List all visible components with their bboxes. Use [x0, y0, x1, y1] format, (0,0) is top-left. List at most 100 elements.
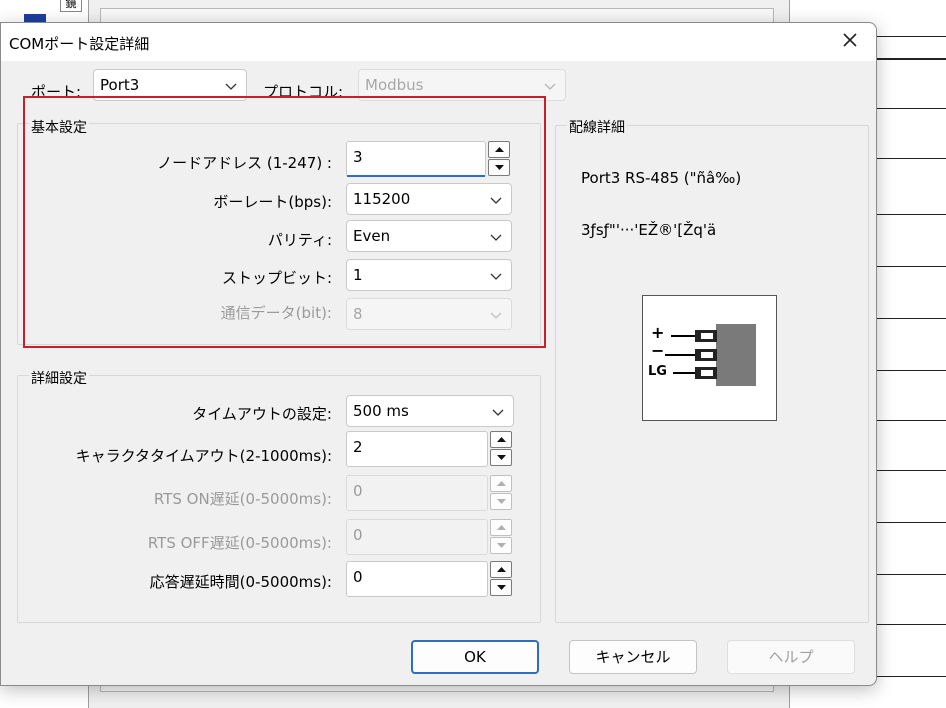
arrow-up-icon — [497, 525, 506, 530]
pin-lg-label: LG — [648, 364, 667, 379]
arrow-down-icon — [495, 165, 504, 170]
title-bar[interactable]: COMポート設定詳細 — [1, 23, 876, 61]
char-timeout-spinner[interactable] — [490, 431, 512, 467]
spin-down-button — [490, 537, 512, 554]
connector-diagram: + − LG — [642, 295, 777, 421]
chevron-down-icon — [544, 83, 556, 90]
background-divider — [876, 624, 946, 625]
spin-down-button[interactable] — [490, 449, 512, 466]
background-divider — [876, 214, 946, 215]
spin-down-button[interactable] — [490, 579, 512, 596]
arrow-up-icon — [497, 481, 506, 486]
chevron-down-icon — [490, 234, 502, 241]
rts-off-delay-label: RTS OFF遅延(0-5000ms): — [147, 534, 332, 552]
spin-up-button — [490, 519, 512, 536]
baud-rate-value: 115200 — [353, 190, 411, 208]
tree-node[interactable]: 鏡 — [60, 0, 82, 12]
chevron-down-icon — [490, 197, 502, 204]
close-button[interactable] — [836, 27, 864, 55]
chevron-down-icon — [490, 273, 502, 280]
background-divider — [876, 36, 946, 37]
chevron-down-icon — [492, 409, 504, 416]
background-divider — [876, 108, 946, 109]
char-timeout-input[interactable]: 2 — [346, 431, 488, 467]
parity-select[interactable]: Even — [346, 220, 512, 252]
chevron-down-icon — [490, 312, 502, 319]
dialog-title: COMポート設定詳細 — [9, 35, 150, 53]
node-address-value: 3 — [353, 148, 363, 166]
response-delay-input[interactable]: 0 — [346, 561, 488, 597]
response-delay-label: 応答遅延時間(0-5000ms): — [149, 573, 332, 591]
data-bits-select: 8 — [346, 298, 512, 330]
char-timeout-label: キャラクタタイムアウト(2-1000ms): — [75, 447, 332, 465]
spin-up-button[interactable] — [488, 141, 510, 158]
protocol-value: Modbus — [365, 76, 424, 94]
arrow-up-icon — [497, 567, 506, 572]
terminal-screw-plus — [701, 333, 713, 339]
response-delay-spinner[interactable] — [490, 561, 512, 597]
close-icon — [843, 33, 857, 47]
stop-bit-value: 1 — [353, 266, 363, 284]
pin-plus-label: + — [651, 323, 665, 342]
node-address-spinner[interactable] — [488, 141, 510, 177]
timeout-value: 500 ms — [353, 402, 409, 420]
background-divider — [876, 318, 946, 319]
char-timeout-value: 2 — [353, 438, 363, 456]
terminal-screw-lg — [701, 370, 713, 376]
stop-bit-select[interactable]: 1 — [346, 259, 512, 291]
advanced-settings-label: 詳細設定 — [29, 368, 89, 388]
help-button: ヘルプ — [727, 640, 855, 674]
rts-on-delay-label: RTS ON遅延(0-5000ms): — [153, 490, 332, 508]
background-divider — [876, 370, 946, 371]
rts-off-delay-input: 0 — [346, 519, 488, 555]
data-bits-value: 8 — [353, 305, 363, 323]
timeout-label: タイムアウトの設定: — [192, 405, 332, 423]
arrow-down-icon — [497, 585, 506, 590]
arrow-down-icon — [497, 455, 506, 460]
tree-blue-icon — [24, 14, 46, 22]
background-divider — [876, 58, 946, 60]
spin-down-button[interactable] — [488, 159, 510, 176]
stop-bit-label: ストップビット: — [221, 269, 332, 287]
terminal-body — [716, 324, 756, 386]
wiring-terminal-text: 3ƒsƒ"'···'EŽ®'[Žq'ä — [581, 221, 717, 239]
rts-on-delay-input: 0 — [346, 475, 488, 511]
background-divider — [876, 676, 946, 677]
arrow-down-icon — [497, 543, 506, 548]
rts-on-delay-spinner — [490, 475, 512, 511]
arrow-up-icon — [497, 437, 506, 442]
rts-off-delay-value: 0 — [353, 526, 363, 544]
node-address-input[interactable]: 3 — [346, 141, 486, 177]
parity-value: Even — [353, 227, 391, 245]
wiring-port-text: Port3 RS-485 ("ñâ‰) — [581, 169, 742, 187]
ok-button[interactable]: OK — [411, 640, 539, 674]
cancel-button[interactable]: キャンセル — [569, 640, 697, 674]
spin-up-button — [490, 475, 512, 492]
com-port-settings-dialog: COMポート設定詳細 ポート: Port3 プロトコル: Modbus 基本設定… — [0, 22, 877, 686]
spin-up-button[interactable] — [490, 561, 512, 578]
arrow-down-icon — [497, 499, 506, 504]
background-divider — [876, 266, 946, 267]
background-divider — [876, 158, 946, 159]
timeout-select[interactable]: 500 ms — [346, 395, 514, 427]
spin-down-button — [490, 493, 512, 510]
wiring-details-label: 配線詳細 — [567, 117, 627, 137]
pin-minus-label: − — [651, 341, 665, 360]
port-value: Port3 — [100, 76, 140, 94]
baud-rate-label: ボーレート(bps): — [213, 193, 332, 211]
background-divider — [876, 420, 946, 421]
background-divider — [876, 574, 946, 575]
background-divider — [876, 522, 946, 523]
response-delay-value: 0 — [353, 568, 363, 586]
arrow-up-icon — [495, 147, 504, 152]
parity-label: パリティ: — [267, 231, 332, 249]
spin-up-button[interactable] — [490, 431, 512, 448]
background-tree: 鏡 — [22, 0, 82, 22]
chevron-down-icon — [225, 83, 237, 90]
rts-on-delay-value: 0 — [353, 482, 363, 500]
focus-underline — [347, 175, 485, 177]
node-address-label: ノードアドレス (1-247) : — [157, 154, 332, 172]
terminal-screw-minus — [701, 352, 713, 358]
background-divider — [876, 470, 946, 471]
baud-rate-select[interactable]: 115200 — [346, 183, 512, 215]
